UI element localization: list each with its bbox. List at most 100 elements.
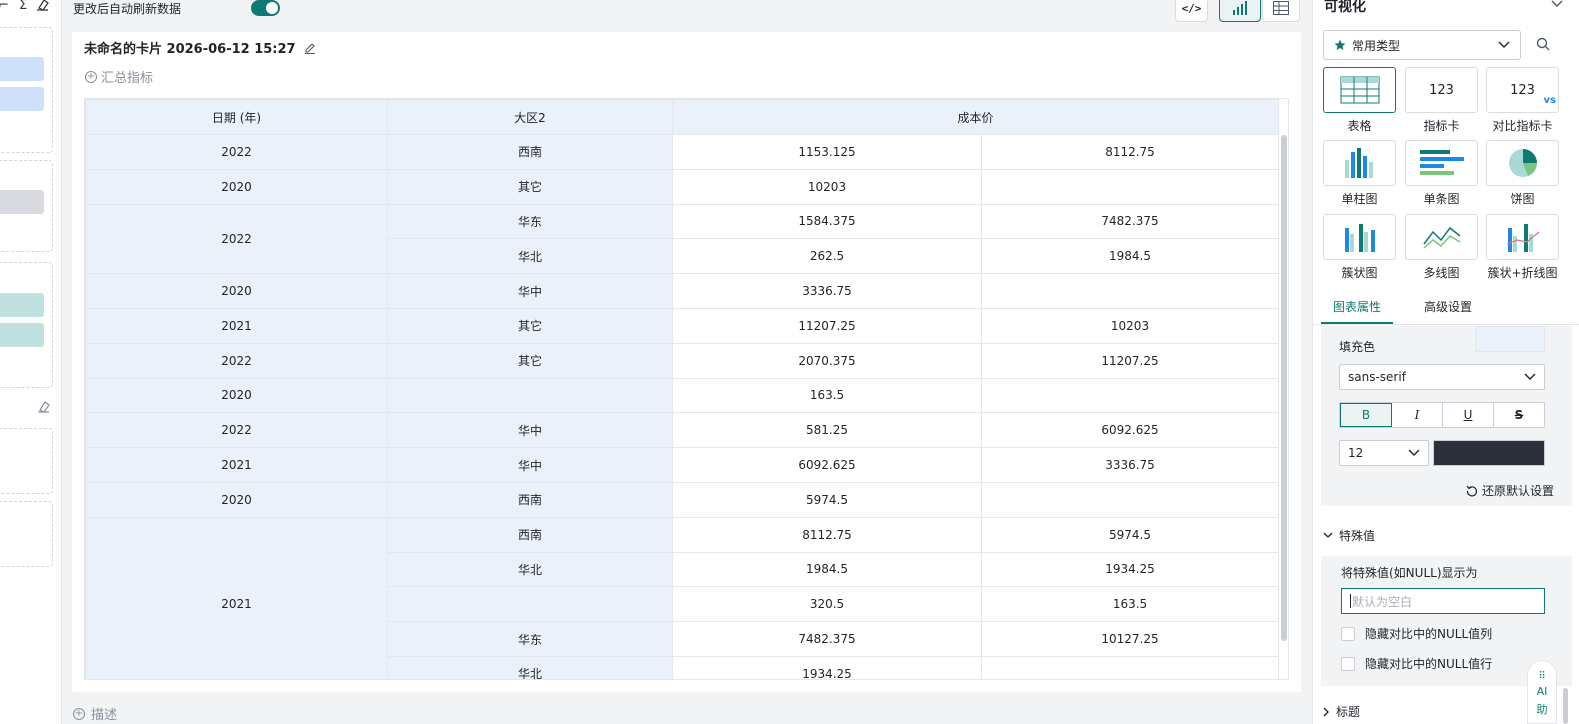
- description-label: 描述: [91, 708, 118, 723]
- chart-type-label: 对比指标卡: [1492, 119, 1553, 133]
- hide-null-row-option[interactable]: 隐藏对比中的NULL值行: [1341, 655, 1492, 672]
- font-size-select[interactable]: 12: [1339, 440, 1429, 466]
- text-color-picker[interactable]: [1433, 440, 1545, 466]
- value-cell: [980, 481, 1280, 518]
- panel-title: 可视化: [1324, 0, 1366, 15]
- value-cell: 7482.375: [672, 621, 982, 657]
- font-family-select[interactable]: sans-serif: [1339, 364, 1545, 390]
- strikethrough-button[interactable]: S: [1494, 403, 1544, 427]
- panel-scrollbar[interactable]: [1563, 688, 1568, 724]
- summary-label: 汇总指标: [101, 71, 154, 86]
- chart-type-label: 饼图: [1510, 192, 1535, 206]
- clear-filter-icon[interactable]: [37, 400, 50, 417]
- header-cell[interactable]: 成本价: [671, 99, 1280, 135]
- header-cell[interactable]: 大区2: [387, 99, 673, 135]
- chart-type-metric-card[interactable]: 123 指标卡: [1405, 67, 1478, 134]
- special-values-heading: 特殊值: [1339, 529, 1376, 543]
- collapse-chevron-icon[interactable]: [1551, 0, 1563, 11]
- chevron-down-icon: [1323, 532, 1333, 538]
- sql-code-button[interactable]: </>: [1175, 0, 1208, 22]
- search-icon[interactable]: [1536, 37, 1550, 51]
- title-section-toggle[interactable]: 标题: [1323, 703, 1360, 720]
- value-cell: 5974.5: [672, 481, 982, 518]
- hide-null-column-option[interactable]: 隐藏对比中的NULL值列: [1341, 625, 1492, 642]
- chart-type-multi-line[interactable]: 多线图: [1405, 214, 1478, 281]
- combo-chart-icon: [1486, 214, 1559, 260]
- special-values-section-toggle[interactable]: 特殊值: [1323, 527, 1375, 544]
- table-row: 2020 华中 3336.75: [85, 273, 1280, 309]
- chart-type-clustered[interactable]: 簇状图: [1323, 214, 1396, 281]
- chart-type-combo[interactable]: 簇状+折线图: [1486, 214, 1559, 281]
- card-title-row: 未命名的卡片 2026-06-12 15:27: [84, 38, 316, 57]
- table-row: 2022 西南 1153.125 8112.75: [85, 134, 1280, 170]
- eraser-icon[interactable]: [36, 0, 49, 15]
- table-row: 2020 其它 10203: [85, 168, 1280, 205]
- sort-dropzone[interactable]: [0, 501, 53, 567]
- region-cell: 华中: [387, 412, 673, 449]
- chart-view-button[interactable]: [1219, 0, 1261, 22]
- value-cell: 11207.25: [672, 307, 982, 344]
- table-chart-icon: [1323, 67, 1396, 113]
- ai-assistant-button[interactable]: ⠿ AI助: [1527, 660, 1557, 724]
- add-summary-metric[interactable]: + 汇总指标: [85, 67, 153, 86]
- hide-null-row-checkbox[interactable]: [1341, 656, 1355, 671]
- fill-color-picker[interactable]: [1475, 326, 1545, 352]
- ai-assistant-label: AI助: [1536, 685, 1548, 716]
- header-cell[interactable]: 日期 (年): [85, 99, 388, 135]
- dimension-field-chip[interactable]: [0, 87, 44, 111]
- card-title: 未命名的卡片 2026-06-12 15:27: [84, 42, 296, 57]
- hide-null-column-checkbox[interactable]: [1341, 626, 1355, 641]
- value-cell: 8112.75: [980, 134, 1280, 170]
- field-panel: ⌐ Σ: [0, 0, 62, 724]
- chart-type-bar[interactable]: 单条图: [1405, 140, 1478, 207]
- metric-field-chip[interactable]: [0, 323, 44, 347]
- auto-refresh-toggle[interactable]: [251, 0, 280, 16]
- pie-chart-icon: [1486, 140, 1559, 186]
- reset-label: 还原默认设置: [1481, 484, 1554, 498]
- filter-dropzone[interactable]: [0, 428, 53, 494]
- underline-button[interactable]: U: [1443, 403, 1494, 427]
- data-table-container: 日期 (年) 大区2 成本价 2022 西南 1153.125 8112.75 …: [84, 98, 1289, 680]
- chevron-down-icon: [1498, 41, 1510, 48]
- value-cell: [980, 377, 1280, 414]
- chart-type-column[interactable]: 单柱图: [1323, 140, 1396, 207]
- star-icon: [1334, 39, 1346, 50]
- table-view-button[interactable]: [1262, 0, 1300, 22]
- table-scrollbar[interactable]: [1281, 135, 1287, 641]
- italic-button[interactable]: I: [1392, 403, 1443, 427]
- chart-type-label: 簇状+折线图: [1487, 266, 1558, 280]
- dimension-field-chip[interactable]: [0, 57, 44, 81]
- year-cell: 2022: [85, 134, 388, 170]
- table-icon: [1273, 1, 1289, 15]
- region-cell: 其它: [387, 342, 673, 379]
- metric-card-icon: 123: [1405, 67, 1478, 113]
- compare-field-chip[interactable]: [0, 190, 44, 214]
- tab-advanced-settings[interactable]: 高级设置: [1424, 298, 1472, 315]
- region-cell: [387, 586, 673, 623]
- value-cell: 1584.375: [672, 203, 982, 240]
- region-cell: 华东: [387, 621, 673, 657]
- chart-type-table[interactable]: 表格: [1323, 67, 1396, 134]
- special-values-label: 将特殊值(如NULL)显示为: [1341, 566, 1478, 580]
- chart-type-pie[interactable]: 饼图: [1486, 140, 1559, 207]
- chart-type-compare-card[interactable]: 123 vs 对比指标卡: [1486, 67, 1559, 134]
- reset-defaults-button[interactable]: 还原默认设置: [1466, 482, 1554, 499]
- card-toolbar: 更改后自动刷新数据 </>: [62, 0, 1312, 22]
- tab-chart-properties[interactable]: 图表属性: [1333, 298, 1381, 315]
- bar-signal-icon: [1233, 1, 1247, 15]
- table-row: 2020 163.5: [85, 377, 1280, 414]
- null-display-input[interactable]: 默认为空白: [1341, 588, 1545, 614]
- year-cell: 2020: [85, 273, 388, 309]
- edit-pencil-icon[interactable]: [304, 42, 316, 54]
- bar-chart-icon: [1405, 140, 1478, 186]
- column-chart-icon: [1323, 140, 1396, 186]
- value-cell: 10127.25: [980, 621, 1280, 657]
- chart-category-select[interactable]: 常用类型: [1323, 30, 1521, 60]
- metric-field-chip[interactable]: [0, 293, 44, 317]
- value-cell: 262.5: [672, 238, 982, 275]
- value-cell: 1153.125: [672, 134, 982, 170]
- bold-button[interactable]: B: [1340, 403, 1392, 427]
- add-description[interactable]: + 描述: [73, 704, 117, 723]
- dimension-icon[interactable]: ⌐: [0, 0, 9, 13]
- sum-icon[interactable]: Σ: [19, 0, 27, 13]
